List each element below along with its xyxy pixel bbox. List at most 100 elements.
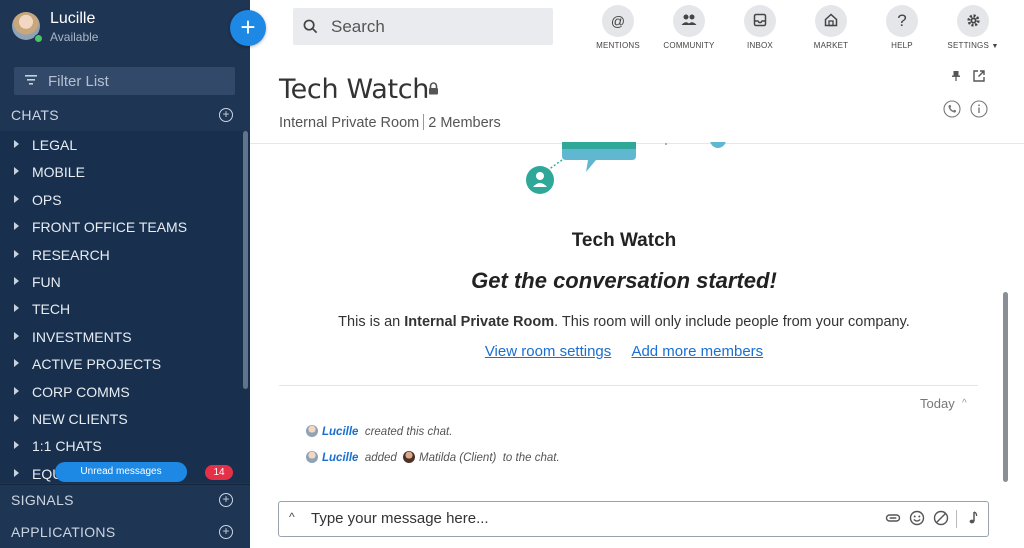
- system-event: Lucille created this chat.: [306, 425, 452, 438]
- sidebar-group-item[interactable]: 1:1 CHATS: [0, 432, 242, 459]
- popout-icon[interactable]: [972, 69, 986, 83]
- chats-label: CHATS: [11, 107, 59, 123]
- sidebar-group-item[interactable]: TECH: [0, 295, 242, 322]
- welcome-description: This is an Internal Private Room. This r…: [338, 314, 910, 330]
- nav-inbox[interactable]: INBOX: [728, 5, 792, 57]
- add-more-members-link[interactable]: Add more members: [631, 343, 763, 360]
- caret-right-icon[interactable]: [14, 468, 19, 477]
- nav-market[interactable]: MARKET: [799, 5, 863, 57]
- sidebar-group-item[interactable]: RESEARCH: [0, 241, 242, 268]
- pin-icon[interactable]: [950, 70, 962, 82]
- app-window: Lucille Available CHATS + LEGAL MOBILE OPS…: [0, 0, 1024, 548]
- caret-right-icon[interactable]: [14, 414, 19, 422]
- room-type: Internal Private Room: [279, 115, 420, 131]
- caret-right-icon[interactable]: [14, 359, 19, 368]
- room-subtitle: Internal Private Room 2 Members: [279, 114, 501, 131]
- sidebar-group-item[interactable]: ACTIVE PROJECTS: [0, 350, 242, 377]
- sidebar-group-label: TECH: [32, 301, 71, 318]
- sidebar-group-item[interactable]: FUN: [0, 268, 242, 295]
- caret-right-icon[interactable]: [14, 140, 19, 148]
- expand-composer-icon[interactable]: ^: [289, 510, 295, 524]
- nav-mentions[interactable]: @ MENTIONS: [586, 5, 650, 57]
- attachment-icon[interactable]: [885, 510, 901, 526]
- search-box[interactable]: [293, 8, 553, 45]
- sidebar-group-label: INVESTMENTS: [32, 328, 132, 345]
- music-note-icon[interactable]: [965, 510, 981, 526]
- caret-right-icon[interactable]: [14, 167, 19, 176]
- view-room-settings-link[interactable]: View room settings: [485, 343, 611, 360]
- welcome-tagline: Get the conversation started!: [471, 268, 777, 293]
- market-icon: [815, 5, 847, 37]
- avatar: [306, 451, 318, 463]
- nav-help[interactable]: ? HELP: [870, 5, 934, 57]
- message-composer[interactable]: ^: [278, 501, 989, 537]
- user-status: Available: [50, 30, 99, 44]
- sidebar-group-label: ACTIVE PROJECTS: [32, 356, 162, 373]
- filter-input[interactable]: [48, 67, 228, 95]
- message-input[interactable]: [311, 502, 851, 535]
- chats-section-header[interactable]: CHATS +: [0, 100, 250, 130]
- caret-right-icon[interactable]: [14, 331, 19, 340]
- applications-section-header[interactable]: APPLICATIONS +: [0, 517, 250, 547]
- sidebar-scroll-thumb[interactable]: [243, 131, 248, 389]
- unread-messages-button[interactable]: Unread messages: [55, 462, 187, 482]
- sidebar-group-item[interactable]: INVESTMENTS: [0, 323, 242, 350]
- caret-right-icon[interactable]: [14, 222, 19, 231]
- caret-right-icon[interactable]: [14, 304, 19, 313]
- toolbar-divider: [956, 510, 957, 528]
- lock-icon: [429, 82, 438, 95]
- event-actor[interactable]: Lucille: [322, 426, 358, 438]
- sidebar-group-item[interactable]: OPS: [0, 186, 242, 213]
- caret-right-icon[interactable]: [14, 249, 19, 258]
- sidebar-group-item[interactable]: MOBILE: [0, 158, 242, 185]
- event-text: to the chat.: [502, 452, 560, 464]
- event-actor[interactable]: Lucille: [322, 452, 358, 464]
- add-signal-icon[interactable]: +: [219, 493, 233, 507]
- caret-right-icon[interactable]: [14, 386, 19, 395]
- chevron-down-icon: ▼: [991, 43, 999, 50]
- event-verb: added: [364, 452, 397, 464]
- gear-icon: [957, 5, 989, 37]
- caret-right-icon[interactable]: [14, 441, 19, 450]
- chat-illustration: [526, 142, 726, 194]
- sidebar-group-item[interactable]: NEW CLIENTS: [0, 405, 242, 432]
- avatar: [306, 425, 318, 437]
- caret-right-icon[interactable]: [14, 194, 19, 203]
- welcome-title: Tech Watch: [571, 230, 677, 251]
- chevron-up-icon[interactable]: ^: [962, 398, 967, 409]
- presence-indicator: [34, 34, 43, 43]
- conversation-scrollbar[interactable]: [1003, 292, 1008, 482]
- sidebar-group-label: CORP COMMS: [32, 383, 130, 400]
- filter-list[interactable]: [14, 67, 235, 95]
- room-members-link[interactable]: 2 Members: [428, 115, 501, 131]
- conversation-area: Tech Watch Get the conversation started!…: [250, 142, 1024, 548]
- user-name: Lucille: [50, 10, 96, 27]
- user-profile[interactable]: Lucille Available: [10, 8, 230, 48]
- event-target[interactable]: Matilda (Client): [419, 452, 496, 464]
- sidebar-group-label: RESEARCH: [32, 246, 110, 263]
- add-application-icon[interactable]: +: [219, 525, 233, 539]
- sidebar-group-label: 1:1 CHATS: [32, 438, 102, 455]
- search-icon: [303, 19, 318, 34]
- nav-settings[interactable]: SETTINGS ▼: [941, 5, 1005, 57]
- sidebar-group-item[interactable]: LEGAL: [0, 131, 242, 158]
- sidebar-group-label: FUN: [32, 274, 61, 290]
- new-chat-button[interactable]: +: [230, 10, 266, 46]
- community-icon: [673, 5, 705, 37]
- block-icon[interactable]: [933, 510, 949, 526]
- room-header: Tech Watch Internal Private Room 2 Member…: [250, 62, 1024, 144]
- search-input[interactable]: [331, 8, 541, 45]
- sidebar-group-label: MOBILE: [32, 164, 85, 181]
- caret-right-icon[interactable]: [14, 277, 19, 285]
- nav-community[interactable]: COMMUNITY: [657, 5, 721, 57]
- nav-mentions-label: MENTIONS: [596, 41, 640, 50]
- sidebar-group-item[interactable]: CORP COMMS: [0, 378, 242, 405]
- sidebar-group-item[interactable]: FRONT OFFICE TEAMS: [0, 213, 242, 240]
- signals-section-header[interactable]: SIGNALS +: [0, 484, 250, 514]
- add-chat-icon[interactable]: +: [219, 108, 233, 122]
- emoji-icon[interactable]: [909, 510, 925, 526]
- sidebar-group-label: FRONT OFFICE TEAMS: [32, 219, 188, 236]
- phone-icon[interactable]: [943, 100, 961, 118]
- sidebar-scrollbar[interactable]: [242, 131, 250, 483]
- info-icon[interactable]: [970, 100, 988, 118]
